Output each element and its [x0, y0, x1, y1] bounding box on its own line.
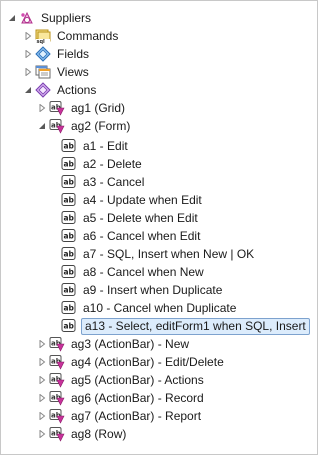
svg-text:ab: ab: [64, 160, 75, 169]
action-ab-icon: ab: [61, 210, 77, 226]
tree-node-commands[interactable]: sql Commands: [23, 27, 120, 45]
tree-node-label: a4 - Update when Edit: [83, 193, 202, 207]
svg-text:ab: ab: [64, 304, 75, 313]
tree-node-action[interactable]: ab a9 - Insert when Duplicate: [61, 281, 224, 299]
tree-node-label: ag3 (ActionBar) - New: [71, 337, 190, 351]
project-explorer-tree: Suppliers sql Commands Fields Views Acti…: [0, 0, 318, 455]
tree-node-label: Fields: [57, 47, 90, 61]
tree-node-ag1[interactable]: ab ag1 (Grid): [37, 99, 127, 117]
tree-node-actions[interactable]: Actions: [23, 81, 98, 99]
action-ab-icon: ab: [61, 138, 77, 154]
action-ab-icon: ab: [61, 264, 77, 280]
collapsed-arrow-icon[interactable]: [37, 358, 46, 367]
views-icon: [35, 64, 51, 80]
svg-text:ab: ab: [64, 232, 75, 241]
tree-node-action[interactable]: ab a13 - Select, editForm1 when SQL, Inse…: [61, 317, 310, 335]
action-group-icon: ab: [49, 372, 65, 388]
tree-node-action[interactable]: ab a8 - Cancel when New: [61, 263, 206, 281]
tree-node-fields[interactable]: Fields: [23, 45, 91, 63]
collapsed-arrow-icon[interactable]: [37, 340, 46, 349]
sql-commands-icon: sql: [35, 28, 51, 44]
tree-node-label: Suppliers: [41, 11, 92, 25]
action-ab-icon: ab: [61, 300, 77, 316]
actions-icon: [35, 82, 51, 98]
tree-node-label: ag5 (ActionBar) - Actions: [71, 373, 204, 387]
controller-icon: [19, 10, 35, 26]
tree-node-action[interactable]: ab a3 - Cancel: [61, 173, 146, 191]
tree-node-label: ag1 (Grid): [71, 101, 126, 115]
tree-node-action[interactable]: ab a5 - Delete when Edit: [61, 209, 200, 227]
tree-node-action[interactable]: ab a2 - Delete: [61, 155, 144, 173]
collapsed-arrow-icon[interactable]: [37, 412, 46, 421]
action-group-icon: ab: [49, 390, 65, 406]
tree-node-suppliers[interactable]: Suppliers: [7, 9, 93, 27]
collapsed-arrow-icon[interactable]: [23, 50, 32, 59]
tree-node-label: ag7 (ActionBar) - Report: [71, 409, 202, 423]
tree-node-label: ag6 (ActionBar) - Record: [71, 391, 204, 405]
tree-node-label: a9 - Insert when Duplicate: [83, 283, 223, 297]
tree-node-action[interactable]: ab a4 - Update when Edit: [61, 191, 204, 209]
svg-text:ab: ab: [64, 214, 75, 223]
action-group-icon: ab: [49, 408, 65, 424]
tree-node-label: a6 - Cancel when Edit: [83, 229, 201, 243]
expanded-arrow-icon[interactable]: [7, 14, 16, 23]
tree-node-label: a13 - Select, editForm1 when SQL, Insert: [81, 317, 310, 335]
tree-node-ag5[interactable]: ab ag5 (ActionBar) - Actions: [37, 371, 206, 389]
action-group-icon: ab: [49, 336, 65, 352]
tree-node-label: Views: [57, 65, 89, 79]
action-ab-icon: ab: [61, 246, 77, 262]
tree-node-label: a5 - Delete when Edit: [83, 211, 198, 225]
tree-node-ag4[interactable]: ab ag4 (ActionBar) - Edit/Delete: [37, 353, 226, 371]
action-ab-icon: ab: [61, 318, 77, 334]
svg-text:sql: sql: [37, 39, 46, 44]
expanded-arrow-icon[interactable]: [37, 122, 46, 131]
tree-node-label: ag2 (Form): [71, 119, 131, 133]
svg-text:ab: ab: [64, 286, 75, 295]
tree-node-views[interactable]: Views: [23, 63, 91, 81]
fields-icon: [35, 46, 51, 62]
collapsed-arrow-icon[interactable]: [37, 430, 46, 439]
tree-node-label: a8 - Cancel when New: [83, 265, 204, 279]
collapsed-arrow-icon[interactable]: [23, 32, 32, 41]
tree-node-label: ag4 (ActionBar) - Edit/Delete: [71, 355, 224, 369]
svg-text:ab: ab: [64, 268, 75, 277]
action-ab-icon: ab: [61, 228, 77, 244]
tree-node-label: Commands: [57, 29, 119, 43]
tree-node-ag3[interactable]: ab ag3 (ActionBar) - New: [37, 335, 191, 353]
tree-node-label: a1 - Edit: [83, 139, 128, 153]
tree-node-action[interactable]: ab a7 - SQL, Insert when New | OK: [61, 245, 256, 263]
action-group-icon: ab: [49, 354, 65, 370]
tree-node-ag7[interactable]: ab ag7 (ActionBar) - Report: [37, 407, 203, 425]
svg-text:ab: ab: [64, 196, 75, 205]
svg-text:ab: ab: [64, 142, 75, 151]
tree-node-label: a10 - Cancel when Duplicate: [83, 301, 237, 315]
collapsed-arrow-icon[interactable]: [37, 376, 46, 385]
collapsed-arrow-icon[interactable]: [37, 104, 46, 113]
svg-text:ab: ab: [64, 178, 75, 187]
tree-node-ag2[interactable]: ab ag2 (Form): [37, 117, 132, 135]
action-group-icon: ab: [49, 100, 65, 116]
tree-node-action[interactable]: ab a10 - Cancel when Duplicate: [61, 299, 238, 317]
action-ab-icon: ab: [61, 192, 77, 208]
action-ab-icon: ab: [61, 174, 77, 190]
tree-node-label: a3 - Cancel: [83, 175, 145, 189]
tree-node-ag8[interactable]: ab ag8 (Row): [37, 425, 128, 443]
expanded-arrow-icon[interactable]: [23, 86, 32, 95]
tree-node-label: ag8 (Row): [71, 427, 127, 441]
tree-node-action[interactable]: ab a6 - Cancel when Edit: [61, 227, 202, 245]
svg-text:ab: ab: [64, 322, 75, 331]
action-group-icon: ab: [49, 426, 65, 442]
action-ab-icon: ab: [61, 156, 77, 172]
tree-node-action[interactable]: ab a1 - Edit: [61, 137, 130, 155]
tree-node-label: Actions: [57, 83, 97, 97]
collapsed-arrow-icon[interactable]: [37, 394, 46, 403]
action-group-icon: ab: [49, 118, 65, 134]
svg-text:ab: ab: [64, 250, 75, 259]
tree-node-label: a7 - SQL, Insert when New | OK: [83, 247, 255, 261]
action-ab-icon: ab: [61, 282, 77, 298]
tree-node-label: a2 - Delete: [83, 157, 142, 171]
collapsed-arrow-icon[interactable]: [23, 68, 32, 77]
tree-node-ag6[interactable]: ab ag6 (ActionBar) - Record: [37, 389, 206, 407]
